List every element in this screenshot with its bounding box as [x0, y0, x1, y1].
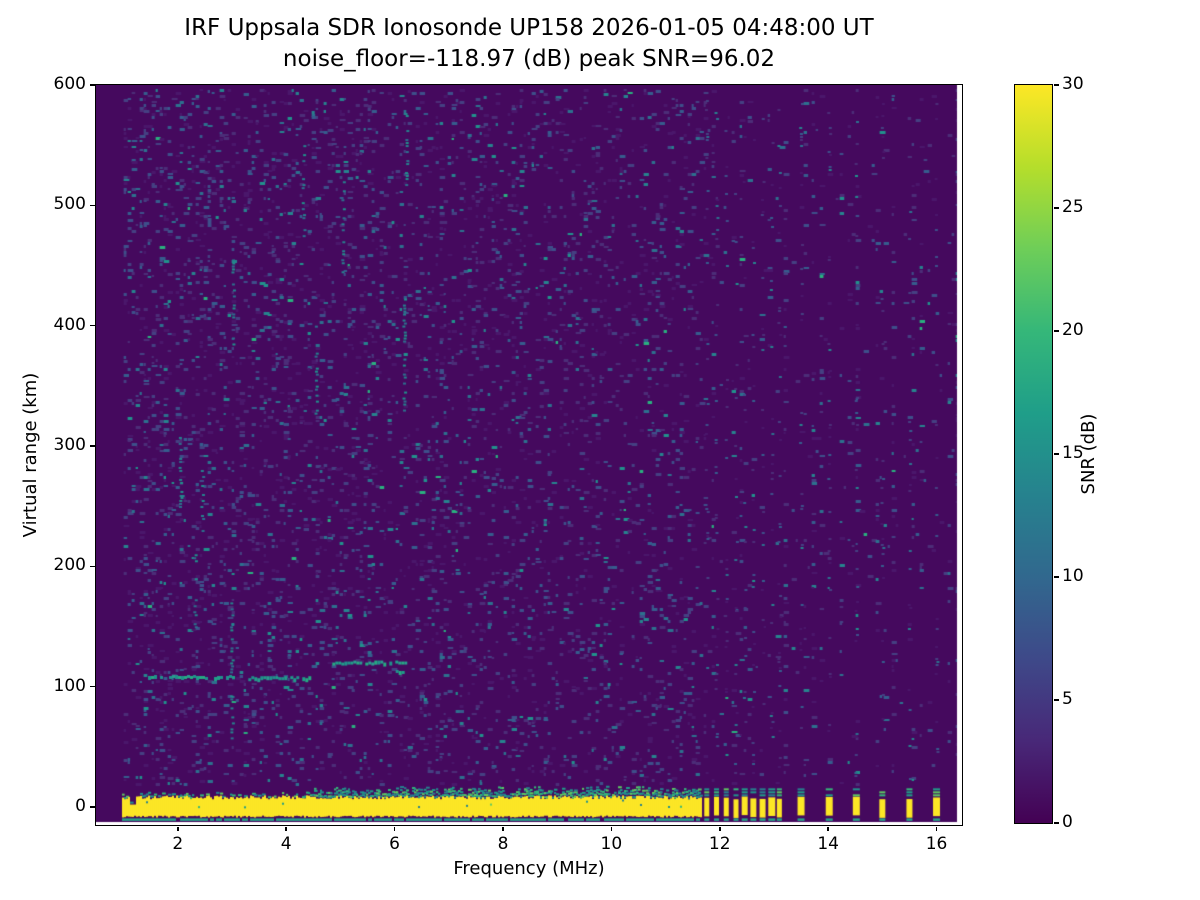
y-tick-label: 300	[53, 434, 86, 455]
x-tick-mark	[502, 826, 504, 831]
x-tick-label: 10	[600, 834, 623, 854]
figure-subtitle: noise_floor=-118.97 (dB) peak SNR=96.02	[282, 46, 776, 72]
y-axis-label: Virtual range (km)	[20, 372, 41, 538]
colorbar-tick-mark	[1054, 699, 1059, 701]
y-tick-mark	[90, 84, 95, 86]
x-tick-label: 16	[925, 834, 948, 854]
colorbar-tick-mark	[1054, 207, 1059, 209]
x-tick-mark	[827, 826, 829, 831]
figure-title: IRF Uppsala SDR Ionosonde UP158 2026-01-…	[184, 15, 874, 41]
figure-title-block: IRF Uppsala SDR Ionosonde UP158 2026-01-…	[96, 13, 962, 75]
x-tick-label: 14	[817, 834, 839, 854]
colorbar-tick-label: 5	[1062, 689, 1073, 709]
x-axis-label: Frequency (MHz)	[453, 858, 605, 879]
colorbar-gradient	[1014, 84, 1052, 823]
colorbar-tick-label: 0	[1062, 812, 1073, 832]
x-tick-label: 4	[280, 834, 292, 854]
y-tick-mark	[90, 806, 95, 808]
x-tick-mark	[610, 826, 613, 831]
colorbar-tick-label: 25	[1062, 197, 1084, 217]
colorbar-tick-mark	[1054, 576, 1059, 578]
colorbar	[1013, 83, 1053, 824]
colorbar-tick-mark	[1054, 330, 1059, 332]
y-tick-label: 600	[53, 74, 86, 94]
x-tick-label: 8	[497, 834, 509, 854]
y-tick-label: 500	[53, 194, 86, 215]
x-tick-label: 12	[708, 834, 731, 854]
x-tick-label: 6	[389, 834, 400, 854]
y-tick-label: 100	[53, 675, 86, 696]
colorbar-tick-label: 20	[1062, 320, 1084, 340]
x-tick-label: 2	[172, 834, 184, 854]
plot-area	[94, 83, 963, 826]
y-tick-mark	[90, 204, 95, 207]
x-tick-mark	[935, 826, 938, 831]
colorbar-tick-mark	[1054, 453, 1059, 455]
ionogram-heatmap	[95, 84, 962, 825]
y-tick-mark	[90, 685, 95, 688]
colorbar-tick-mark	[1054, 84, 1059, 86]
ionogram-figure: IRF Uppsala SDR Ionosonde UP158 2026-01-…	[0, 0, 1200, 900]
colorbar-tick-label: 10	[1062, 566, 1084, 586]
colorbar-tick-label: 30	[1062, 74, 1084, 94]
colorbar-tick-mark	[1054, 822, 1059, 824]
y-tick-label: 200	[53, 555, 86, 576]
colorbar-label: SNR (dB)	[1078, 413, 1099, 495]
x-tick-mark	[285, 826, 287, 831]
x-tick-mark	[177, 826, 179, 831]
y-tick-label: 0	[75, 795, 86, 816]
y-tick-label: 400	[53, 314, 86, 335]
y-tick-mark	[90, 324, 95, 327]
y-tick-mark	[90, 445, 95, 447]
x-tick-mark	[393, 826, 396, 831]
y-tick-mark	[90, 565, 95, 568]
x-tick-mark	[719, 826, 721, 831]
